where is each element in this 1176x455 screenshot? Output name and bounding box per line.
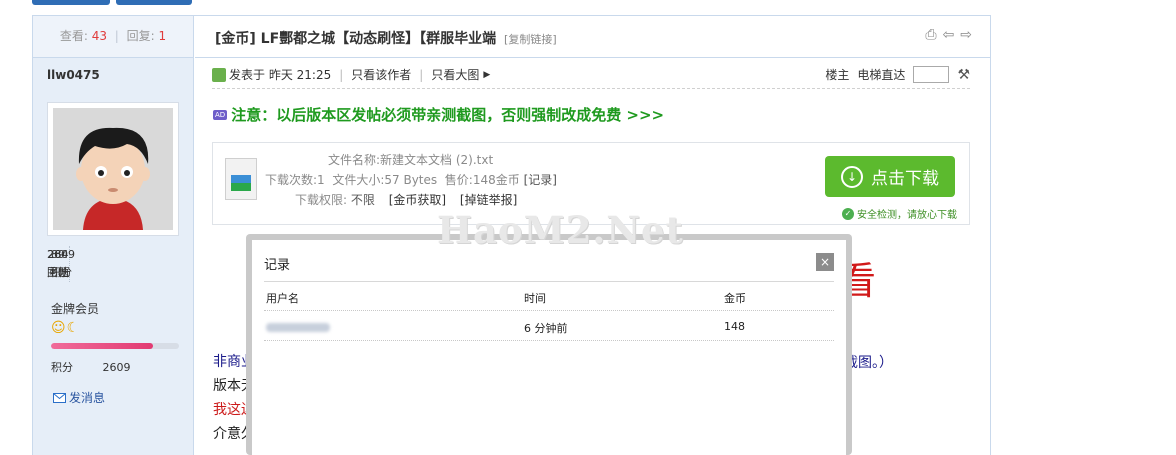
- caret-right-icon: ▶: [483, 69, 491, 80]
- divider: [264, 281, 834, 282]
- only-big-image-link[interactable]: 只看大图: [431, 66, 479, 83]
- permission-label: 下载权限:: [295, 193, 348, 207]
- file-icon: [225, 158, 257, 200]
- attachment-info: 文件名称:新建文本文档 (2).txt 下载次数:1 文件大小:57 Bytes…: [265, 150, 557, 210]
- ad-badge-icon: AD: [213, 109, 228, 120]
- record-link[interactable]: [记录]: [524, 173, 557, 187]
- check-icon: ✓: [842, 207, 854, 220]
- points-label: 积分: [51, 361, 73, 374]
- only-author-link[interactable]: 只看该作者: [351, 66, 411, 83]
- report-link[interactable]: [掉链举报]: [460, 193, 517, 207]
- copy-link-button[interactable]: [复制链接]: [504, 33, 557, 46]
- table-cell-time: 6 分钟前: [524, 322, 568, 335]
- stat-points[interactable]: 2609 积分: [47, 246, 75, 282]
- download-button[interactable]: ↓ 点击下载: [825, 156, 955, 197]
- record-dialog: 记录 × 用户名 时间 金币 6 分钟前 148: [252, 240, 846, 455]
- permission-value: 不限: [350, 193, 375, 207]
- rank-medal-icon: ☺☾: [51, 320, 81, 336]
- member-rank[interactable]: 金牌会员: [51, 300, 99, 317]
- size-label: 文件大小:: [332, 173, 385, 187]
- points-progress-bar: [51, 343, 179, 349]
- download-button-label: 点击下载: [871, 169, 939, 189]
- views-label: 查看:: [59, 29, 88, 43]
- points-progress-fill: [51, 343, 154, 349]
- post-time: 发表于 昨天 21:25: [229, 68, 332, 82]
- views-count: 43: [91, 29, 107, 43]
- stat-value: 2609: [47, 248, 75, 261]
- notice-text: 注意：以后版本区发帖必须带亲测截图，否则强制改成免费 >>>: [231, 106, 665, 124]
- send-message-link[interactable]: 发消息: [53, 389, 105, 406]
- print-icon[interactable]: ⎙: [925, 27, 936, 43]
- avatar[interactable]: [47, 102, 179, 236]
- blurred-username: [266, 323, 330, 332]
- author-sidebar: 查看: 43 | 回复: 1 llw0475 284 主题 89 回帖 2609…: [33, 16, 194, 455]
- divider: [264, 310, 834, 311]
- permission-row: 下载权限: 不限 [金币获取] [掉链举报]: [265, 190, 557, 210]
- page: 查看: 43 | 回复: 1 llw0475 284 主题 89 回帖 2609…: [0, 0, 1176, 455]
- dialog-title: 记录: [264, 258, 291, 273]
- filename-row: 文件名称:新建文本文档 (2).txt: [265, 150, 557, 170]
- downloads-label: 下载次数:: [265, 173, 318, 187]
- stats-divider: |: [114, 29, 119, 43]
- watermark: HaoM2.Net: [437, 208, 684, 252]
- meta-right: 楼主 电梯直达 ⚒: [825, 66, 970, 83]
- thread-title-text: [金币] LF酆都之城【动态刷怪】【群服毕业端: [215, 31, 497, 47]
- price-label: 售价:: [444, 173, 473, 187]
- avatar-image: [53, 108, 173, 230]
- file-thumbnail: [231, 175, 251, 191]
- table-cell-coins: 148: [724, 320, 745, 333]
- file-size: 57 Bytes: [384, 173, 438, 187]
- points-value: 2609: [102, 361, 131, 374]
- column-header-time: 时间: [524, 292, 546, 305]
- replies-label: 回复:: [126, 29, 155, 43]
- points-row: 积分 2609: [51, 359, 131, 375]
- thread-title-bar: [金币] LF酆都之城【动态刷怪】【群服毕业端 [复制链接] ⎙ ⇦ ⇨: [195, 16, 990, 58]
- top-nav-tab[interactable]: [116, 0, 192, 5]
- safety-check: ✓ 安全检测，请放心下载: [842, 206, 957, 221]
- downloads-count: 1: [317, 173, 325, 187]
- close-icon[interactable]: ×: [816, 253, 834, 271]
- envelope-icon: [53, 392, 66, 403]
- floor-jump-input[interactable]: [913, 66, 950, 83]
- top-nav-tab[interactable]: [32, 0, 110, 5]
- divider: [264, 340, 834, 341]
- title-actions: ⎙ ⇦ ⇨: [925, 27, 972, 43]
- next-thread-icon[interactable]: ⇨: [960, 27, 972, 43]
- column-header-username: 用户名: [266, 292, 299, 305]
- filename-label: 文件名称:: [328, 153, 381, 167]
- author-username[interactable]: llw0475: [47, 68, 100, 82]
- online-status-icon: [212, 67, 226, 82]
- prev-thread-icon[interactable]: ⇦: [943, 27, 955, 43]
- download-arrow-icon: ↓: [841, 165, 863, 188]
- thread-stats: 查看: 43 | 回复: 1: [33, 16, 193, 58]
- get-coins-link[interactable]: [金币获取]: [389, 193, 446, 207]
- floor-label: 楼主: [825, 68, 850, 82]
- avatar-cartoon-icon: [53, 108, 173, 230]
- stat-label: 积分: [50, 266, 72, 279]
- thread-title: [金币] LF酆都之城【动态刷怪】【群服毕业端 [复制链接]: [215, 28, 557, 48]
- price-value: 148金币: [472, 173, 520, 187]
- download-stats-row: 下载次数:1 文件大小:57 Bytes 售价:148金币 [记录]: [265, 170, 557, 190]
- send-message-label: 发消息: [69, 391, 106, 405]
- post-meta-bar: 发表于 昨天 21:25 | 只看该作者 | 只看大图 ▶ 楼主 电梯直达 ⚒: [212, 61, 970, 89]
- notice-banner[interactable]: AD 注意：以后版本区发帖必须带亲测截图，否则强制改成免费 >>>: [213, 104, 664, 125]
- column-header-coins: 金币: [724, 292, 746, 305]
- elevator-label: 电梯直达: [857, 68, 906, 82]
- meta-divider: |: [339, 67, 344, 82]
- meta-divider: |: [419, 67, 424, 82]
- replies-count: 1: [158, 29, 167, 43]
- filename: 新建文本文档 (2).txt: [380, 153, 494, 167]
- safety-text: 安全检测，请放心下载: [857, 210, 957, 221]
- wrench-icon[interactable]: ⚒: [957, 67, 970, 83]
